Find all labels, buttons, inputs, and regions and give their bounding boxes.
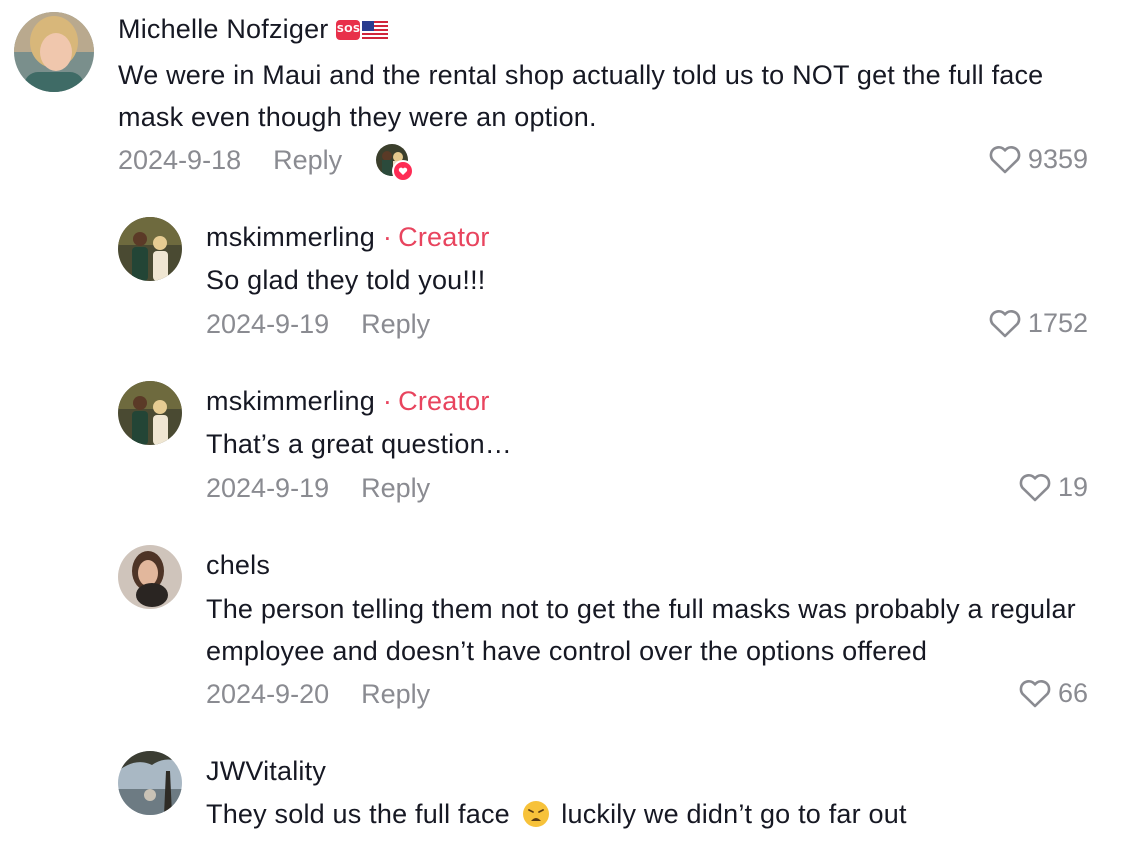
weary-face-emoji bbox=[522, 801, 549, 827]
creator-badge: · Creator bbox=[383, 222, 490, 253]
like-count: 1752 bbox=[1027, 308, 1088, 338]
creator-label: Creator bbox=[398, 386, 490, 416]
comment-meta: 2024-9-19 Reply bbox=[206, 309, 430, 340]
comment-username[interactable]: Michelle Nofziger SOS bbox=[118, 14, 389, 45]
comment-username[interactable]: mskimmerling · Creator bbox=[206, 222, 490, 253]
sos-icon: SOS bbox=[336, 19, 361, 40]
comment-text: The person telling them not to get the f… bbox=[206, 594, 1076, 666]
heart-outline-icon bbox=[989, 145, 1021, 173]
comment-username[interactable]: chels bbox=[206, 550, 270, 581]
comment-date: 2024-9-18 bbox=[118, 144, 242, 175]
like-count: 66 bbox=[1057, 678, 1088, 708]
reply-button[interactable]: Reply bbox=[361, 309, 430, 340]
comment-meta: 2024-9-19 Reply bbox=[206, 473, 430, 504]
like-button[interactable]: 66 bbox=[1018, 678, 1088, 709]
heart-outline-icon bbox=[1019, 473, 1051, 501]
creator-dot: · bbox=[382, 222, 393, 252]
reply-button[interactable]: Reply bbox=[361, 473, 430, 504]
creator-liked-indicator bbox=[376, 144, 415, 182]
username-text[interactable]: JWVitality bbox=[206, 756, 326, 787]
avatar[interactable] bbox=[118, 545, 182, 609]
comment-meta: 2024-9-18 Reply bbox=[118, 144, 415, 182]
like-button[interactable]: 19 bbox=[1018, 472, 1088, 503]
comment-text: So glad they told you!!! bbox=[206, 265, 486, 295]
comment-username[interactable]: mskimmerling · Creator bbox=[206, 386, 490, 417]
us-flag-icon bbox=[362, 20, 389, 39]
avatar[interactable] bbox=[118, 751, 182, 815]
comment-text: We were in Maui and the rental shop actu… bbox=[118, 60, 1044, 132]
username-text[interactable]: mskimmerling bbox=[206, 386, 375, 417]
user-badges: SOS bbox=[336, 19, 389, 40]
avatar[interactable] bbox=[14, 12, 94, 92]
comment-text: That’s a great question… bbox=[206, 429, 512, 459]
heart-outline-icon bbox=[1019, 679, 1051, 707]
username-text[interactable]: mskimmerling bbox=[206, 222, 375, 253]
like-count: 19 bbox=[1057, 472, 1088, 502]
creator-badge: · Creator bbox=[383, 386, 490, 417]
heart-icon bbox=[392, 160, 415, 182]
comment-text-part: luckily we didn’t go to far out bbox=[561, 799, 907, 829]
comments-panel: Michelle Nofziger SOS We were in Maui an… bbox=[0, 0, 1128, 846]
creator-dot: · bbox=[382, 386, 393, 416]
avatar[interactable] bbox=[118, 217, 182, 281]
like-count: 9359 bbox=[1027, 144, 1088, 174]
reply-button[interactable]: Reply bbox=[361, 679, 430, 710]
username-text[interactable]: Michelle Nofziger bbox=[118, 14, 328, 45]
comment-text: They sold us the full face luckily we di… bbox=[206, 793, 1106, 835]
comment-text-part: They sold us the full face bbox=[206, 799, 510, 829]
comment-username[interactable]: JWVitality bbox=[206, 756, 326, 787]
avatar[interactable] bbox=[118, 381, 182, 445]
comment-date: 2024-9-19 bbox=[206, 473, 330, 503]
comment-meta: 2024-9-20 Reply bbox=[206, 679, 430, 710]
comment-date: 2024-9-20 bbox=[206, 679, 330, 709]
username-text[interactable]: chels bbox=[206, 550, 270, 581]
heart-outline-icon bbox=[989, 309, 1021, 337]
creator-label: Creator bbox=[398, 222, 490, 252]
like-button[interactable]: 1752 bbox=[988, 308, 1088, 339]
comment-date: 2024-9-19 bbox=[206, 309, 330, 339]
like-button[interactable]: 9359 bbox=[988, 144, 1088, 175]
reply-button[interactable]: Reply bbox=[273, 145, 342, 176]
